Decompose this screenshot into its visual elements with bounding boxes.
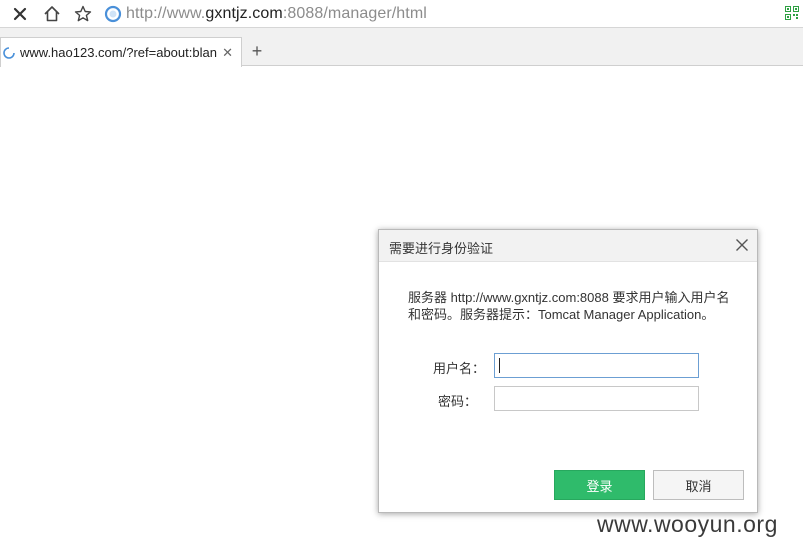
close-icon[interactable] — [735, 238, 749, 252]
url-scheme: http://www. — [126, 5, 206, 22]
tab-title: www.hao123.com/?ref=about:blan — [20, 45, 217, 60]
home-button[interactable] — [40, 2, 64, 26]
plus-icon: + — [251, 40, 263, 61]
globe-icon — [104, 5, 122, 23]
qr-code-icon[interactable] — [785, 6, 799, 20]
password-input[interactable] — [494, 386, 699, 411]
dialog-message-line2: 和密码。服务器提示：Tomcat Manager Application。 — [408, 307, 715, 322]
stop-button[interactable] — [8, 2, 32, 26]
url-text[interactable]: http://www.gxntjz.com:8088/manager/html — [126, 5, 427, 23]
address-bar[interactable]: http://www.gxntjz.com:8088/manager/html — [98, 2, 778, 26]
loading-icon — [3, 46, 15, 59]
auth-dialog: 需要进行身份验证 服务器 http://www.gxntjz.com:8088 … — [378, 229, 758, 513]
dialog-message-line1: 服务器 http://www.gxntjz.com:8088 要求用户输入用户名 — [408, 290, 730, 305]
password-label: 密码： — [438, 394, 478, 409]
home-icon — [44, 6, 60, 22]
username-input[interactable] — [494, 353, 699, 378]
dialog-message: 服务器 http://www.gxntjz.com:8088 要求用户输入用户名… — [408, 289, 738, 323]
username-label: 用户名： — [432, 361, 485, 376]
dialog-header: 需要进行身份验证 — [379, 230, 757, 262]
bookmark-button[interactable] — [71, 2, 95, 26]
tab-hao123[interactable]: www.hao123.com/?ref=about:blan ✕ — [0, 37, 242, 67]
close-icon — [13, 7, 27, 21]
tab-close-icon[interactable]: ✕ — [222, 45, 233, 61]
text-caret — [499, 358, 500, 373]
cancel-button[interactable]: 取消 — [653, 470, 744, 500]
login-button[interactable]: 登录 — [554, 470, 645, 500]
url-domain: gxntjz.com — [205, 5, 283, 22]
browser-toolbar: http://www.gxntjz.com:8088/manager/html — [0, 0, 803, 28]
url-path: :8088/manager/html — [282, 5, 427, 22]
watermark: www.wooyun.org — [597, 511, 778, 537]
tab-strip: www.hao123.com/?ref=about:blan ✕ + — [0, 28, 803, 67]
dialog-title: 需要进行身份验证 — [389, 241, 494, 256]
new-tab-button[interactable]: + — [246, 40, 268, 62]
star-icon — [74, 5, 92, 22]
